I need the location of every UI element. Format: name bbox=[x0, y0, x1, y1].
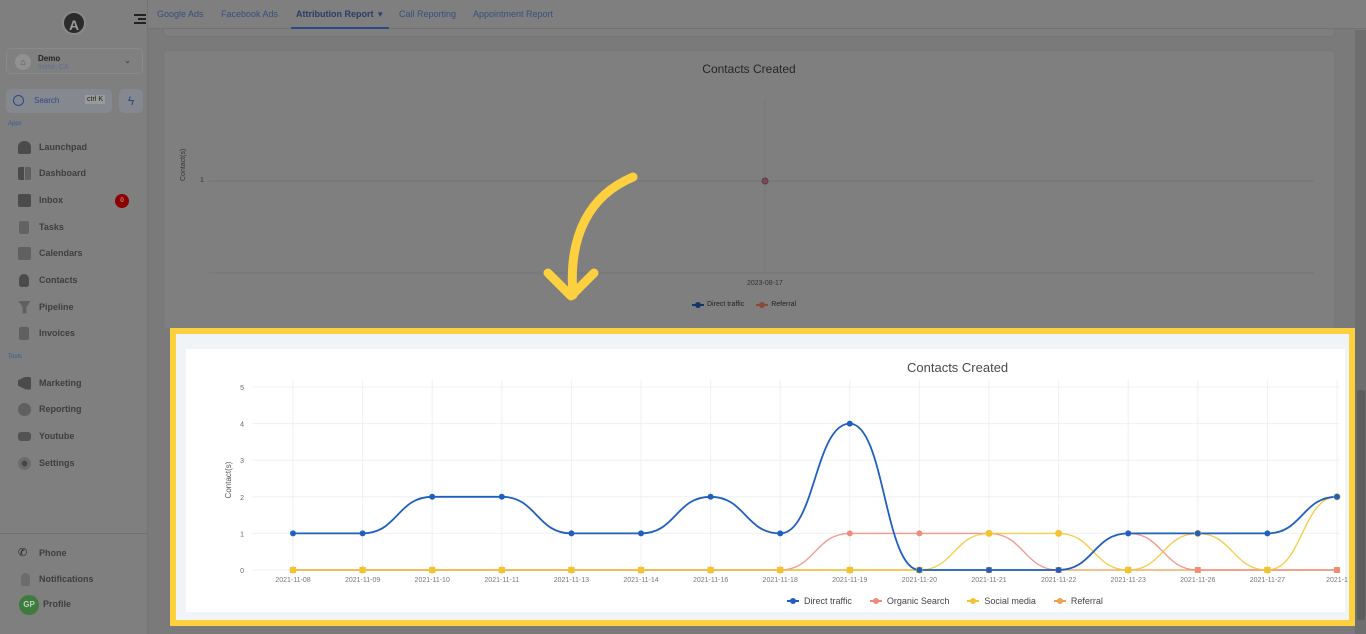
x-tick-label: 2021-11-19 bbox=[832, 577, 867, 584]
series-line-organic-search bbox=[293, 532, 1337, 571]
y-tick-label: 0 bbox=[240, 568, 244, 575]
y-axis-label: Contact(s) bbox=[224, 461, 233, 498]
x-tick-label: 2021-11-26 bbox=[1180, 577, 1215, 584]
data-point-direct-traffic bbox=[1125, 530, 1132, 537]
y-tick-label: 3 bbox=[240, 458, 244, 465]
y-tick-label: 1 bbox=[240, 531, 244, 538]
x-tick-label: 2021-11-14 bbox=[623, 577, 658, 584]
data-point-social-media bbox=[985, 529, 993, 537]
data-point-organic-search bbox=[846, 530, 853, 537]
x-tick-label: 2021-11-11 bbox=[484, 577, 519, 584]
data-point-social-media bbox=[1055, 529, 1063, 537]
x-tick-label: 2021-1 bbox=[1326, 577, 1348, 584]
x-tick-label: 2021-11-16 bbox=[693, 577, 728, 584]
data-point-direct-traffic bbox=[290, 530, 296, 537]
x-tick-label: 2021-11-23 bbox=[1111, 577, 1146, 584]
legend-item-referral[interactable]: Referral bbox=[1053, 596, 1103, 606]
data-point-social-media bbox=[289, 566, 297, 574]
y-tick-label: 4 bbox=[240, 422, 244, 429]
x-tick-label: 2021-11-21 bbox=[971, 577, 1006, 584]
data-point-organic-search bbox=[1334, 567, 1340, 573]
x-tick-label: 2021-11-09 bbox=[345, 577, 380, 584]
x-tick-label: 2021-11-20 bbox=[902, 577, 937, 584]
data-point-direct-traffic bbox=[846, 420, 853, 427]
data-point-direct-traffic bbox=[638, 530, 644, 537]
x-tick-label: 2021-11-22 bbox=[1041, 577, 1076, 584]
contacts-created-line-chart: 0 1 2 3 4 5 2021-11-08 2021-11-09 2021-11-10 202… bbox=[224, 380, 1348, 584]
data-point-direct-traffic bbox=[916, 567, 923, 573]
x-tick-label: 2021-11-27 bbox=[1250, 577, 1285, 584]
data-point-direct-traffic bbox=[986, 567, 992, 573]
legend-item-organic-search[interactable]: Organic Search bbox=[869, 596, 949, 606]
y-tick-label: 2 bbox=[240, 495, 244, 502]
data-point-social-media bbox=[707, 566, 715, 574]
data-point-direct-traffic bbox=[777, 530, 784, 537]
data-point-direct-traffic bbox=[359, 530, 366, 537]
data-point-direct-traffic bbox=[1194, 530, 1201, 537]
data-point-social-media bbox=[1263, 566, 1271, 574]
x-tick-label: 2021-11-18 bbox=[763, 577, 798, 584]
legend-item-social-media[interactable]: Social media bbox=[967, 596, 1036, 606]
data-point-direct-traffic bbox=[429, 493, 436, 500]
x-tick-label: 2021-11-13 bbox=[554, 577, 589, 584]
data-point-social-media bbox=[637, 566, 645, 574]
data-point-organic-search bbox=[916, 530, 923, 537]
data-point-social-media bbox=[776, 566, 784, 574]
data-point-social-media bbox=[498, 566, 506, 574]
data-point-organic-search bbox=[1194, 567, 1201, 573]
legend-item-direct-traffic[interactable]: Direct traffic bbox=[787, 596, 852, 606]
chart2-legend: Direct traffic Organic Search Social med… bbox=[787, 596, 1103, 606]
data-point-social-media bbox=[846, 566, 854, 574]
data-point-social-media bbox=[1124, 566, 1132, 574]
data-point-direct-traffic bbox=[1264, 530, 1271, 537]
data-point-social-media bbox=[567, 566, 575, 574]
x-tick-label: 2021-11-10 bbox=[415, 577, 450, 584]
data-point-social-media bbox=[428, 566, 436, 574]
data-point-social-media bbox=[359, 566, 367, 574]
data-point-direct-traffic bbox=[1055, 567, 1062, 573]
data-point-direct-traffic bbox=[568, 530, 575, 537]
data-point-direct-traffic bbox=[707, 493, 714, 500]
data-point-direct-traffic bbox=[498, 493, 505, 500]
y-tick-label: 5 bbox=[240, 385, 244, 392]
x-tick-label: 2021-11-08 bbox=[275, 577, 310, 584]
data-point-direct-traffic bbox=[1334, 493, 1340, 500]
